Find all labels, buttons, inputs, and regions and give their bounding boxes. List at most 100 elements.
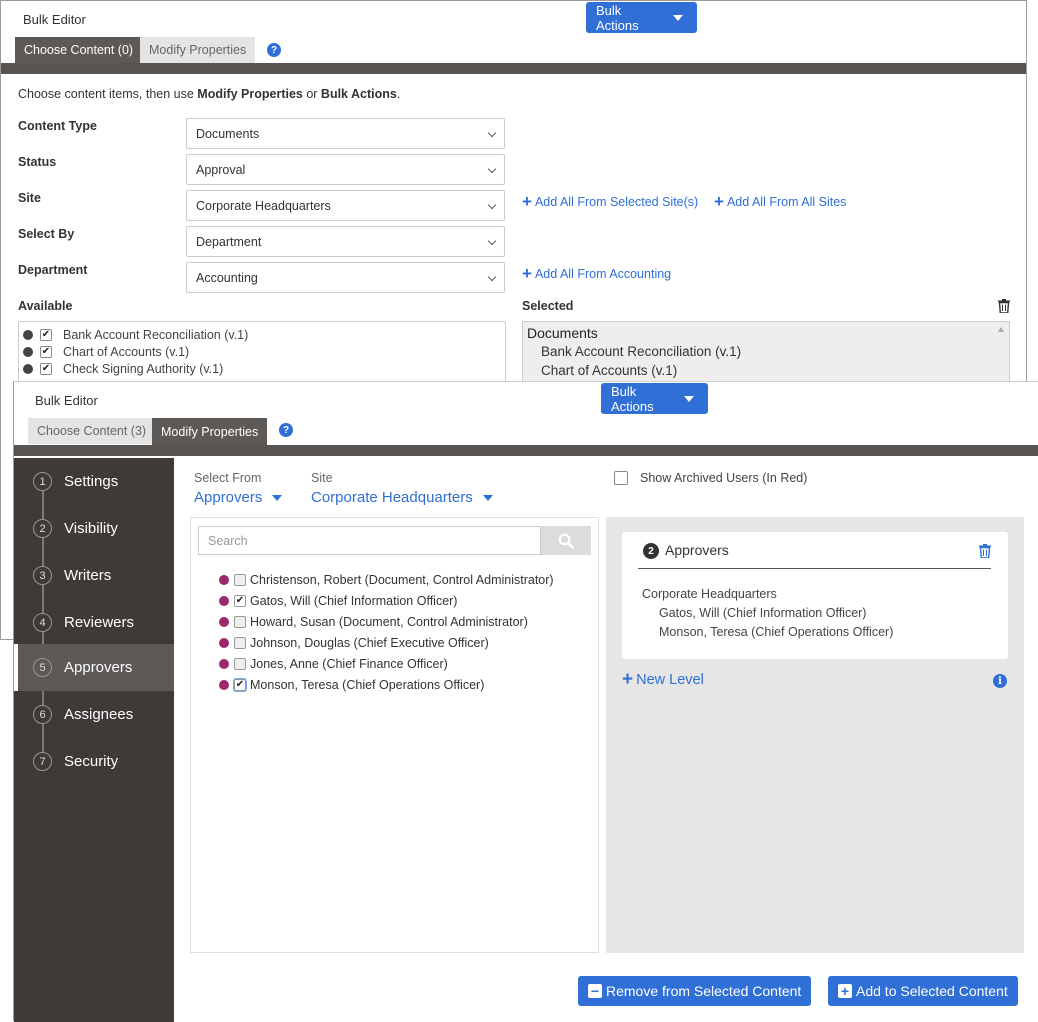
show-archived-label: Show Archived Users (In Red)	[640, 471, 808, 485]
tab-choose-content[interactable]: Choose Content (3)	[28, 418, 156, 444]
selected-item[interactable]: Bank Account Reconciliation (v.1)	[541, 344, 741, 359]
step-approvers[interactable]: 5 Approvers	[14, 644, 174, 691]
user-label: Jones, Anne (Chief Finance Officer)	[250, 657, 448, 671]
user-status-dot-icon	[219, 680, 229, 690]
plus-icon: +	[622, 669, 634, 690]
info-icon[interactable]: i	[993, 674, 1007, 688]
minus-icon: −	[588, 984, 602, 998]
add-all-from-all-sites-link[interactable]: + Add All From All Sites	[714, 193, 847, 210]
user-label: Gatos, Will (Chief Information Officer)	[250, 594, 458, 608]
user-checkbox[interactable]: ✔	[234, 595, 246, 607]
site-value: Corporate Headquarters	[196, 198, 331, 213]
user-status-dot-icon	[219, 596, 229, 606]
site-select[interactable]: Corporate Headquarters	[186, 190, 505, 221]
status-value: Approval	[196, 162, 246, 177]
list-item[interactable]: ✔ Bank Account Reconciliation (v.1)	[23, 328, 248, 342]
add-all-from-accounting-link[interactable]: + Add All From Accounting	[522, 265, 672, 282]
help-icon[interactable]: ?	[279, 423, 293, 437]
trash-icon[interactable]	[979, 544, 991, 558]
chevron-down-icon	[487, 128, 497, 138]
status-label: Status	[18, 155, 57, 169]
site-label: Site	[311, 471, 333, 485]
trash-icon[interactable]	[998, 299, 1010, 313]
checkbox[interactable]: ✔	[40, 346, 52, 358]
add-all-sites-label: Add All From All Sites	[726, 195, 847, 209]
site-dropdown[interactable]: Corporate Headquarters	[311, 489, 493, 506]
tab-modify-properties[interactable]: Modify Properties	[140, 37, 256, 63]
user-row[interactable]: ✔ Monson, Teresa (Chief Operations Office…	[219, 678, 484, 692]
selected-item[interactable]: Chart of Accounts (v.1)	[541, 363, 677, 378]
user-checkbox[interactable]	[234, 574, 246, 586]
step-reviewers[interactable]: 4 Reviewers	[14, 599, 174, 646]
show-archived-users-toggle[interactable]: Show Archived Users (In Red)	[614, 471, 807, 485]
chevron-down-icon	[487, 200, 497, 210]
level-site: Corporate Headquarters	[642, 587, 777, 601]
available-label: Available	[18, 299, 73, 313]
divider	[638, 568, 991, 569]
bulk-actions-label: Bulk Actions	[611, 383, 654, 414]
window-title: Bulk Editor	[23, 12, 86, 27]
add-all-from-selected-sites-link[interactable]: + Add All From Selected Site(s)	[522, 193, 699, 210]
user-checkbox[interactable]	[234, 637, 246, 649]
content-type-label: Content Type	[18, 119, 97, 133]
add-selected-sites-label: Add All From Selected Site(s)	[534, 195, 699, 209]
checkbox[interactable]: ✔	[40, 363, 52, 375]
user-label: Christenson, Robert (Document, Control A…	[250, 573, 554, 587]
step-label: Settings	[64, 473, 119, 490]
select-from-label: Select From	[194, 471, 262, 485]
tab-choose-content[interactable]: Choose Content (0)	[15, 37, 143, 63]
intro-bulk-actions: Bulk Actions	[320, 87, 397, 101]
tab-bar-underline	[1, 63, 1026, 74]
new-level-link[interactable]: + New Level	[622, 669, 704, 690]
user-row[interactable]: Johnson, Douglas (Chief Executive Office…	[219, 636, 489, 650]
select-from-dropdown[interactable]: Approvers	[194, 489, 283, 506]
bulk-editor-window-modify-properties: Bulk Editor Bulk Actions Choose Content …	[13, 381, 1038, 1022]
step-security[interactable]: 7 Security	[14, 738, 174, 785]
select-from-value: Approvers	[194, 489, 263, 506]
step-number: 3	[33, 566, 52, 585]
bulk-actions-button[interactable]: Bulk Actions	[586, 2, 697, 33]
user-row[interactable]: Howard, Susan (Document, Control Adminis…	[219, 615, 528, 629]
add-from-accounting-label: Add All From Accounting	[534, 267, 672, 281]
caret-down-icon	[684, 395, 694, 402]
user-checkbox[interactable]: ✔	[233, 678, 247, 692]
plus-icon: +	[838, 984, 852, 998]
site-label: Site	[18, 191, 41, 205]
department-select[interactable]: Accounting	[186, 262, 505, 293]
user-row[interactable]: Jones, Anne (Chief Finance Officer)	[219, 657, 448, 671]
search-button[interactable]	[541, 526, 591, 555]
user-checkbox[interactable]	[234, 658, 246, 670]
users-panel: Search Christenson, Robert (Document, Co…	[190, 517, 599, 953]
user-row[interactable]: ✔ Gatos, Will (Chief Information Officer)	[219, 594, 457, 608]
step-number: 5	[33, 658, 52, 677]
step-assignees[interactable]: 6 Assignees	[14, 691, 174, 738]
user-row[interactable]: Christenson, Robert (Document, Control A…	[219, 573, 554, 587]
steps-sidebar: 1 Settings 2 Visibility 3 Writers 4 Reviewer…	[14, 458, 174, 1022]
status-dot-icon	[23, 330, 33, 340]
bulk-actions-button[interactable]: Bulk Actions	[601, 383, 708, 414]
step-writers[interactable]: 3 Writers	[14, 552, 174, 599]
search-placeholder: Search	[208, 533, 248, 548]
add-to-selected-content-button[interactable]: + Add to Selected Content	[828, 976, 1018, 1006]
user-checkbox[interactable]	[234, 616, 246, 628]
list-item[interactable]: ✔ Check Signing Authority (v.1)	[23, 362, 223, 376]
step-settings[interactable]: 1 Settings	[14, 458, 174, 505]
scroll-up-icon[interactable]	[998, 327, 1004, 332]
intro-modify-properties: Modify Properties	[197, 87, 303, 101]
status-dot-icon	[23, 347, 33, 357]
help-icon[interactable]: ?	[267, 43, 281, 57]
item-label: Chart of Accounts (v.1)	[63, 345, 190, 359]
step-number: 2	[33, 519, 52, 538]
list-item[interactable]: ✔ Chart of Accounts (v.1)	[23, 345, 189, 359]
select-by-select[interactable]: Department	[186, 226, 505, 257]
show-archived-checkbox[interactable]	[614, 471, 628, 485]
site-value: Corporate Headquarters	[311, 489, 473, 506]
remove-from-selected-content-button[interactable]: − Remove from Selected Content	[578, 976, 812, 1006]
tab-modify-properties[interactable]: Modify Properties	[152, 418, 268, 445]
checkbox[interactable]: ✔	[40, 329, 52, 341]
step-number: 6	[33, 705, 52, 724]
content-type-select[interactable]: Documents	[186, 118, 505, 149]
search-input[interactable]: Search	[198, 526, 541, 555]
step-visibility[interactable]: 2 Visibility	[14, 505, 174, 552]
status-select[interactable]: Approval	[186, 154, 505, 185]
